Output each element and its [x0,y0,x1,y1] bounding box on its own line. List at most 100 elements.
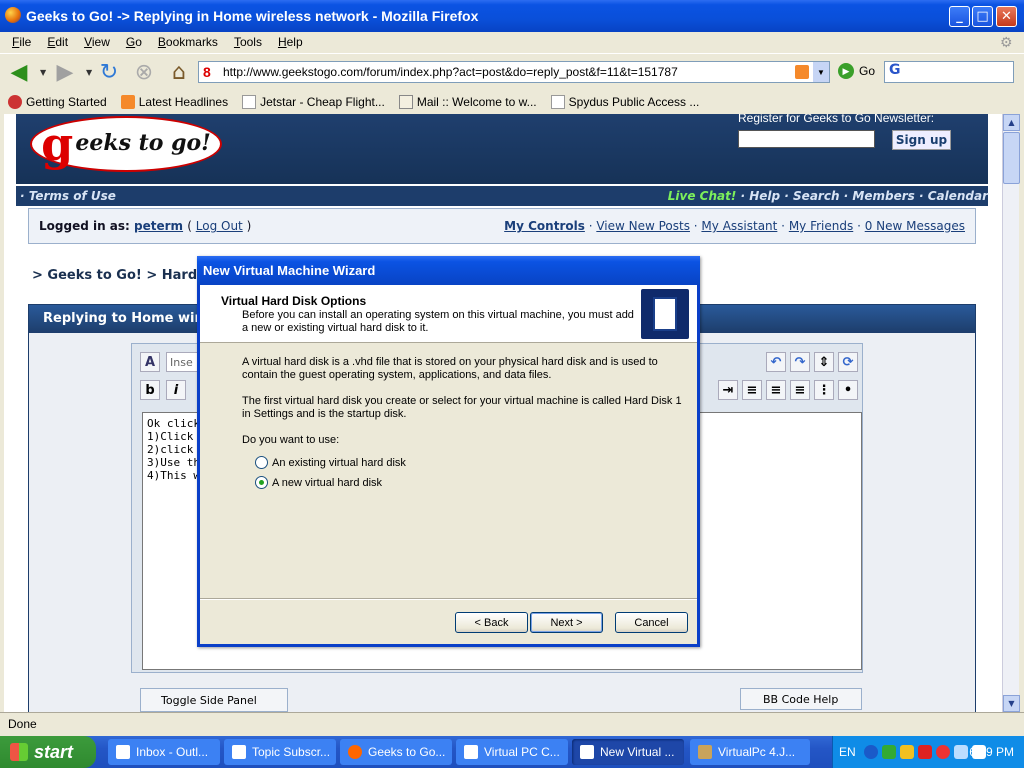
language-indicator[interactable]: EN [839,745,856,759]
bullet-list-icon[interactable]: • [838,380,858,400]
resize-icon[interactable]: ⇕ [814,352,834,372]
wizard-paragraph-1: A virtual hard disk is a .vhd file that … [242,356,658,381]
site-logo[interactable]: g eeks to go! [30,116,222,172]
go-arrow-icon: ▶ [838,63,854,79]
logout-link[interactable]: Log Out [196,219,243,233]
back-button[interactable]: < Back [455,612,528,633]
my-friends-link[interactable]: My Friends [789,219,853,233]
breadcrumb[interactable]: > Geeks to Go! > Hardwa [32,268,218,283]
bookmark-spydus[interactable]: Spydus Public Access ... [543,95,706,109]
bookmark-jetstar[interactable]: Jetstar - Cheap Flight... [234,95,391,109]
outlook-icon [116,745,130,759]
rss-icon [120,95,135,109]
signup-button[interactable]: Sign up [892,130,951,150]
stop-button[interactable]: ⊗ [131,59,157,85]
search-input[interactable]: G [884,61,1014,83]
my-controls-link[interactable]: My Controls [504,219,585,233]
italic-button[interactable]: i [166,380,186,400]
menu-edit[interactable]: Edit [39,35,76,49]
task-virtualpc-image[interactable]: VirtualPc 4.J... [690,739,810,765]
menu-go[interactable]: Go [118,35,150,49]
bold-button[interactable]: b [140,380,160,400]
newsletter-email-input[interactable] [738,130,875,148]
editor-toolbar-right: ↶ ↷ ⇕ ⟳ [766,352,858,372]
refresh-icon[interactable]: ⟳ [838,352,858,372]
maximize-button[interactable]: □ [972,6,993,27]
my-assistant-link[interactable]: My Assistant [701,219,777,233]
wizard-title-bar[interactable]: New Virtual Machine Wizard [197,256,700,285]
undo-icon[interactable]: ↶ [766,352,786,372]
indent-icon[interactable]: ⇥ [718,380,738,400]
align-center-icon[interactable]: ≡ [766,380,786,400]
radio-existing[interactable] [255,456,268,469]
bookmark-latest-headlines[interactable]: Latest Headlines [113,95,234,109]
view-new-posts-link[interactable]: View New Posts [596,219,690,233]
forward-button[interactable]: ▶ [52,59,78,85]
close-button[interactable]: ✕ [996,6,1017,27]
scroll-up-icon[interactable]: ▲ [1003,114,1020,131]
menu-file[interactable]: File [4,35,39,49]
page-scrollbar[interactable]: ▲ ▼ [1002,114,1020,712]
menu-tools[interactable]: Tools [226,35,270,49]
menu-bookmarks[interactable]: Bookmarks [150,35,226,49]
reload-button[interactable]: ↻ [96,59,122,85]
task-new-virtual-machine[interactable]: New Virtual ... [572,739,684,765]
status-text: Done [8,717,37,731]
security-icon[interactable] [899,745,914,759]
cancel-button[interactable]: Cancel [615,612,688,633]
url-dropdown-icon[interactable]: ▼ [813,62,829,82]
option-existing-disk[interactable]: An existing virtual hard disk [255,456,406,469]
scroll-down-icon[interactable]: ▼ [1003,695,1020,712]
bbcode-help-button[interactable]: BB Code Help [740,688,862,710]
bbcode-help-label: BB Code Help [763,692,839,706]
next-button[interactable]: Next > [530,612,603,633]
forward-history-dropdown-icon[interactable]: ▼ [86,68,92,77]
navigation-toolbar: ◀ ▼ ▶ ▼ ↻ ⊗ ⌂ 8 http://www.geekstogo.com… [0,53,1024,89]
nav-links-text[interactable]: · Help · Search · Members · Calendar [736,189,989,203]
network-icon[interactable] [953,745,968,759]
image-icon [698,745,712,759]
font-icon[interactable]: A [140,352,160,372]
go-button[interactable]: ▶ Go [838,63,875,79]
menu-view[interactable]: View [76,35,118,49]
toggle-side-panel-button[interactable]: Toggle Side Panel [140,688,288,712]
task-inbox[interactable]: Inbox - Outl... [108,739,220,765]
start-label: start [34,741,74,762]
new-virtual-machine-wizard: New Virtual Machine Wizard Virtual Hard … [197,256,700,647]
shield-icon[interactable] [881,745,896,759]
back-button[interactable]: ◀ [6,59,32,85]
antivirus-icon[interactable] [935,745,950,759]
align-left-icon[interactable]: ≡ [742,380,762,400]
url-bar[interactable]: 8 http://www.geekstogo.com/forum/index.p… [198,61,830,83]
back-history-dropdown-icon[interactable]: ▼ [40,68,46,77]
task-geeks-to-go[interactable]: Geeks to Go... [340,739,452,765]
terms-of-use-link[interactable]: · Terms of Use [20,189,116,203]
wizard-question: Do you want to use: [242,434,340,446]
ati-icon[interactable] [917,745,932,759]
arrow-left-icon[interactable] [863,745,878,759]
bookmark-getting-started[interactable]: Getting Started [0,95,113,109]
menu-help[interactable]: Help [270,35,311,49]
rss-feed-icon[interactable] [795,65,809,79]
clock[interactable]: 6:19 PM [969,745,1014,759]
bookmark-mail[interactable]: Mail :: Welcome to w... [391,95,543,109]
option-new-disk[interactable]: A new virtual hard disk [255,476,382,489]
firefox-icon [348,745,362,759]
firefox-icon [5,7,21,23]
task-virtual-pc-console[interactable]: Virtual PC C... [456,739,568,765]
start-button[interactable]: start [0,736,96,768]
redo-icon[interactable]: ↷ [790,352,810,372]
align-right-icon[interactable]: ≡ [790,380,810,400]
new-messages-link[interactable]: 0 New Messages [865,219,965,233]
radio-new[interactable] [255,476,268,489]
numbered-list-icon[interactable]: ⋮ [814,380,834,400]
home-button[interactable]: ⌂ [166,59,192,85]
task-topic-subscriptions[interactable]: Topic Subscr... [224,739,336,765]
format-toolbar: b i [140,380,186,400]
username-link[interactable]: peterm [134,219,183,233]
window-title-bar[interactable]: Geeks to Go! -> Replying in Home wireles… [0,0,1024,32]
task-label: Inbox - Outl... [136,745,209,759]
live-chat-link[interactable]: Live Chat! [668,189,737,203]
minimize-button[interactable]: _ [949,6,970,27]
scroll-thumb[interactable] [1003,132,1020,184]
